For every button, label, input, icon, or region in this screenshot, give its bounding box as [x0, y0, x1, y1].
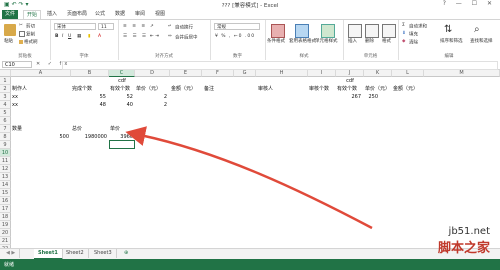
sort-filter-button[interactable]: 排序和筛选	[440, 38, 463, 44]
status-bar: 就绪	[0, 259, 500, 270]
formula-input[interactable]	[62, 61, 498, 70]
orientation-icon[interactable]: ↗	[150, 24, 154, 29]
insert-button[interactable]: 插入	[348, 38, 357, 44]
vertical-align-icons[interactable]: ≡ ≡ ≡	[123, 24, 147, 29]
copy-icon	[19, 31, 25, 37]
tab-page-layout[interactable]: 页面布局	[64, 10, 90, 19]
name-box[interactable]: C10	[2, 61, 32, 68]
wrap-text-button[interactable]: ↵ 自动换行	[168, 24, 193, 31]
clear-button[interactable]: ◆ 清除	[402, 39, 418, 46]
format-as-table-icon[interactable]	[295, 24, 309, 38]
window-controls[interactable]: ? — ☐ ✕	[443, 0, 496, 7]
editing-group: Σ 自动求和 ⬇ 填充 ◆ 清除 ⇅ 排序和筛选 ⌕ 查找和选择 编辑	[398, 20, 500, 60]
format-painter-icon	[19, 39, 23, 44]
tab-view[interactable]: 视图	[152, 10, 168, 19]
cell-styles-icon[interactable]	[321, 24, 335, 38]
horizontal-align-icons[interactable]: ☰ ☰ ☰	[123, 34, 148, 39]
cell-styles-button[interactable]: 单元格样式	[315, 38, 338, 44]
find-select-button[interactable]: 查找和选择	[470, 38, 493, 44]
tab-file[interactable]: 文件	[2, 10, 19, 19]
font-name-select[interactable]: 宋体	[54, 23, 96, 30]
underline-button[interactable]: U	[68, 34, 71, 39]
clipboard-group: 粘贴 ✂ 剪切 复制 格式刷 剪贴板	[0, 20, 51, 60]
tab-insert[interactable]: 插入	[44, 10, 60, 19]
conditional-format-icon[interactable]	[271, 24, 285, 38]
eraser-icon: ◆	[402, 39, 406, 44]
find-icon[interactable]: ⌕	[474, 24, 486, 36]
cells-group: 插入 删除 格式 单元格	[343, 20, 399, 60]
tab-formulas[interactable]: 公式	[92, 10, 108, 19]
watermark-url: jb51.net	[448, 226, 490, 237]
sigma-icon: Σ	[402, 23, 405, 28]
status-ready: 就绪	[4, 262, 15, 268]
font-color-icon[interactable]: A	[98, 34, 101, 39]
sort-filter-icon[interactable]: ⇅	[444, 24, 456, 36]
format-as-table-button[interactable]: 套用表格格式	[289, 38, 316, 44]
copy-button[interactable]: 复制	[19, 31, 35, 38]
font-group-label: 字体	[79, 54, 89, 59]
ribbon: 粘贴 ✂ 剪切 复制 格式刷 剪贴板 宋体 11 B I U ▦ ▮ A 字体 ≡…	[0, 19, 500, 61]
sheet-tab-bar: ◀ ▶ Sheet1 Sheet2 Sheet3 ⊕	[0, 248, 500, 260]
fill-color-icon[interactable]: ▮	[88, 34, 90, 39]
italic-button[interactable]: I	[62, 34, 63, 39]
number-format-icons[interactable]: ¥ % , ←0 .00	[215, 34, 255, 39]
scissors-icon: ✂	[19, 23, 23, 28]
wrap-text-icon: ↵	[168, 24, 172, 29]
alignment-group-label: 对齐方式	[155, 54, 173, 59]
formula-bar: C10 ✕ ✓ fx	[0, 60, 500, 70]
styles-group: 条件格式 套用表格格式 单元格样式 样式	[265, 20, 344, 60]
paste-icon[interactable]	[4, 24, 16, 36]
bold-button[interactable]: B	[55, 34, 58, 39]
borders-icon[interactable]: ▦	[77, 34, 81, 39]
sheet-tab-sheet3[interactable]: Sheet3	[90, 249, 117, 258]
fill-button[interactable]: ⬇ 填充	[402, 31, 418, 38]
tab-data[interactable]: 数据	[112, 10, 128, 19]
conditional-format-button[interactable]: 条件格式	[267, 38, 285, 44]
annotation-arrow	[125, 126, 373, 230]
autosum-button[interactable]: Σ 自动求和	[402, 23, 427, 30]
sheet-nav-arrows[interactable]: ◀ ▶	[2, 249, 21, 258]
font-group: 宋体 11 B I U ▦ ▮ A 字体	[50, 20, 119, 60]
delete-button[interactable]: 删除	[365, 38, 374, 44]
clipboard-group-label: 剪贴板	[18, 54, 32, 59]
watermark-site-name: 脚本之家	[437, 241, 490, 256]
format-painter-button[interactable]: 格式刷	[19, 39, 38, 45]
tab-review[interactable]: 审阅	[132, 10, 148, 19]
styles-group-label: 样式	[299, 54, 309, 59]
add-sheet-icon[interactable]: ⊕	[120, 249, 132, 258]
watermark: jb51.net 脚本之家	[438, 226, 490, 256]
fill-down-icon: ⬇	[402, 31, 406, 36]
paste-button[interactable]: 粘贴	[4, 38, 13, 44]
number-group-label: 数字	[233, 54, 242, 59]
window-title: ??? [兼容模式] - Excel	[221, 3, 279, 9]
font-size-select[interactable]: 11	[98, 23, 114, 30]
editing-group-label: 编辑	[444, 54, 454, 59]
format-cells-icon[interactable]	[382, 24, 396, 38]
tab-home[interactable]: 开始	[23, 10, 42, 19]
number-format-select[interactable]: 常规	[214, 23, 260, 30]
sheet-tab-sheet2[interactable]: Sheet2	[62, 249, 89, 258]
cut-button[interactable]: ✂ 剪切	[19, 23, 35, 30]
merge-center-button[interactable]: ⇔ 合并后居中	[168, 34, 198, 41]
insert-cells-icon[interactable]	[348, 24, 362, 38]
cells-group-label: 单元格	[363, 54, 378, 59]
number-group: 常规 ¥ % , ←0 .00 数字	[210, 20, 266, 60]
indent-icons[interactable]: ⇤ ⇥	[150, 34, 159, 39]
worksheet-grid[interactable]: A B C D E F G H I J K L M 1 2 3 4 5 6 7 8 9 10 11 1…	[0, 70, 500, 253]
merge-icon: ⇔	[168, 34, 172, 39]
format-button[interactable]: 格式	[382, 38, 391, 44]
ribbon-tabs: 文件 开始 插入 页面布局 公式 数据 审阅 视图	[0, 10, 500, 19]
delete-cells-icon[interactable]	[365, 24, 379, 38]
alignment-group: ≡ ≡ ≡ ☰ ☰ ☰ ↗ ⇤ ⇥ ↵ 自动换行 ⇔ 合并后居中 对齐方式	[118, 20, 211, 60]
